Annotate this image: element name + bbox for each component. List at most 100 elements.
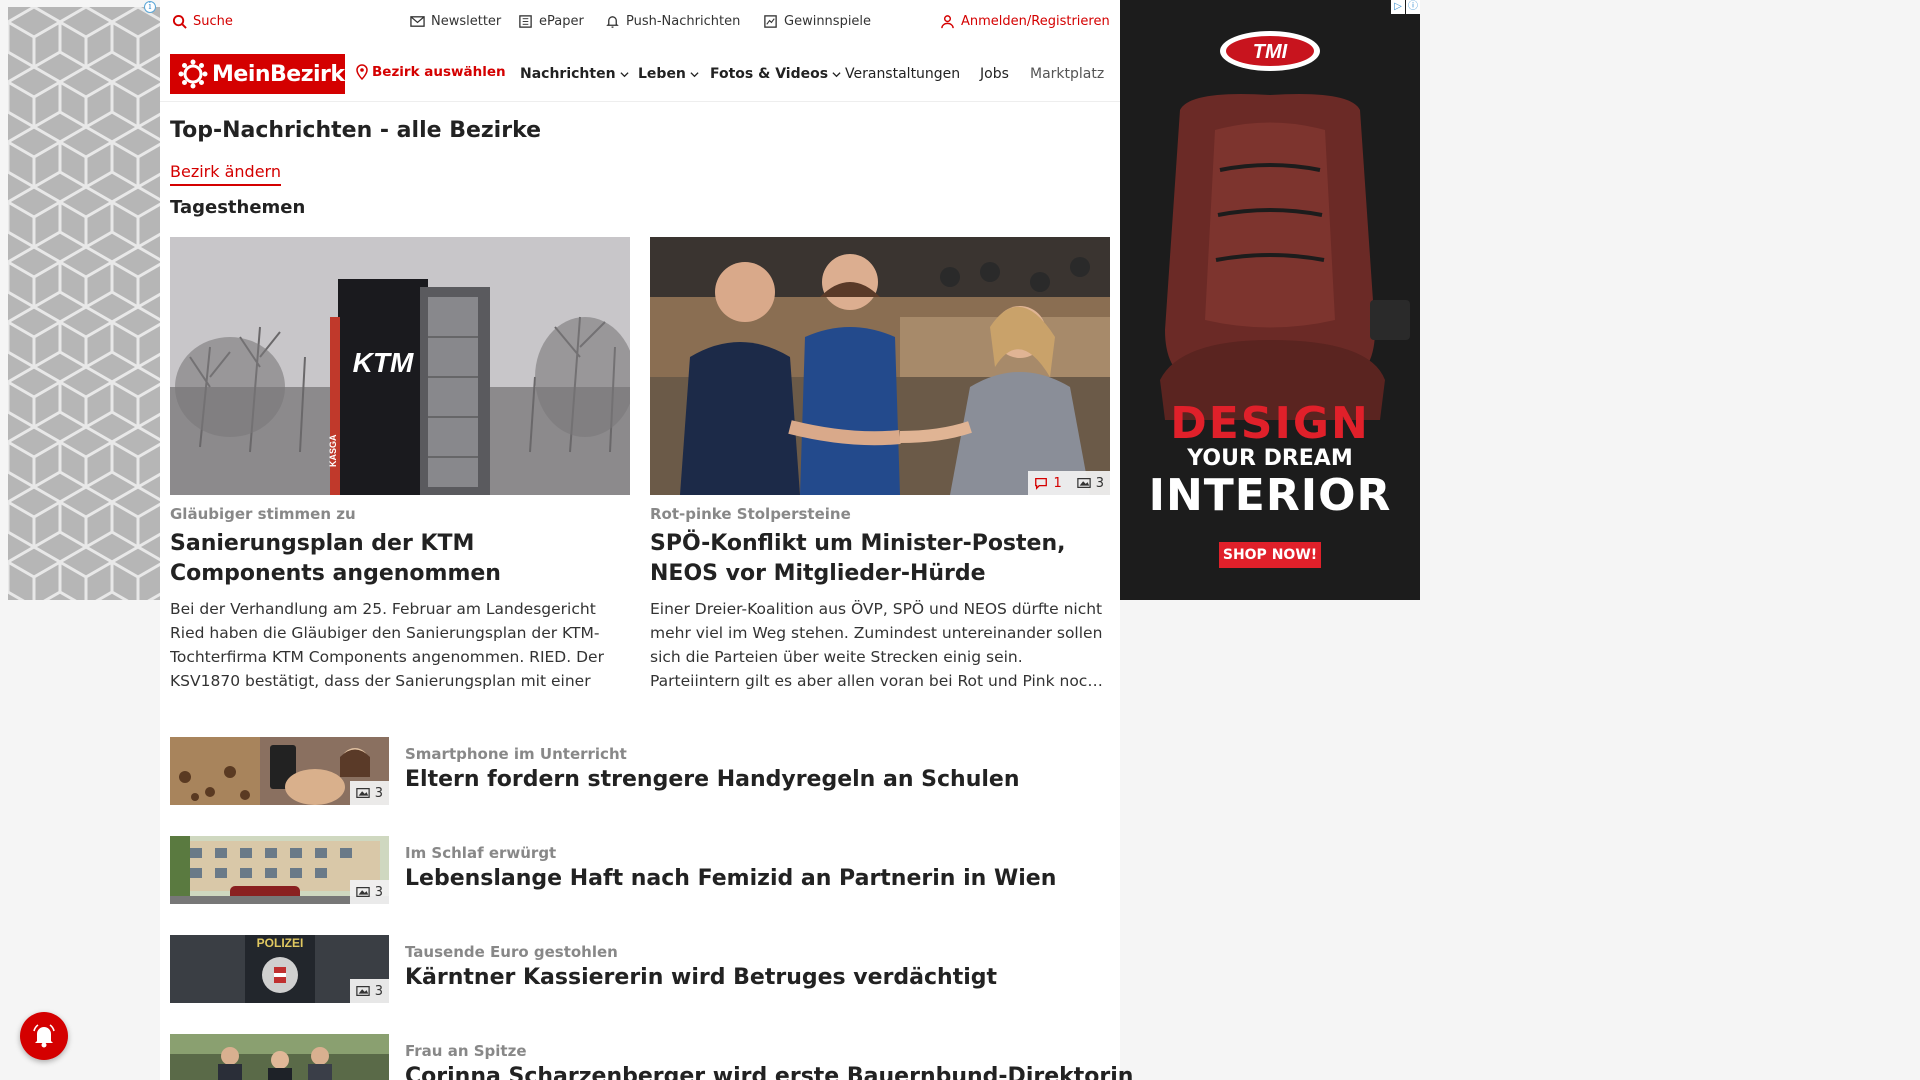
nav-item-leben[interactable]: Leben — [638, 66, 699, 82]
photo-count: 3 — [374, 884, 383, 900]
photo-count: 3 — [374, 785, 383, 801]
tmi-logo: TMI — [1219, 30, 1321, 72]
logo-text: MeinBezirk — [212, 61, 345, 87]
media-badge: 3 — [349, 880, 389, 904]
main-navigation: MeinBezirk Bezirk auswählen Nachrichten … — [160, 50, 1120, 102]
tmi-logo-text: TMI — [1253, 41, 1288, 63]
login-label: Anmelden/Registrieren — [961, 14, 1110, 29]
left-ad-info-icon[interactable]: i — [144, 1, 156, 13]
parliament-photo — [650, 237, 1110, 495]
chevron-down-icon — [690, 71, 699, 77]
gewinnspiele-label: Gewinnspiele — [784, 14, 872, 29]
list-title[interactable]: Eltern fordern strengere Handyregeln an … — [405, 767, 1020, 792]
list-kicker: Frau an Spitze — [405, 1042, 527, 1060]
media-badge: 3 — [349, 979, 389, 1003]
list-thumbnail[interactable]: 3 — [170, 737, 389, 805]
bezirk-select-label: Bezirk auswählen — [372, 64, 506, 80]
nav-item-marktplatz[interactable]: Marktplatz — [1030, 66, 1104, 82]
nav-item-fotos-videos[interactable]: Fotos & Videos — [710, 66, 841, 82]
nav-item-jobs[interactable]: Jobs — [980, 66, 1009, 82]
map-pin-icon — [356, 64, 368, 80]
utility-bar: Suche Newsletter ePaper Push-Nachrichten… — [160, 0, 1120, 46]
article-card-spoe[interactable]: 1 3 Rot-pinke Stolpersteine SPÖ-Konflikt… — [650, 237, 1110, 693]
nav-item-label: Jobs — [980, 66, 1009, 82]
ktm-building-photo: KTM KASGA — [170, 237, 630, 495]
search-link[interactable]: Suche — [172, 14, 233, 29]
epaper-link[interactable]: ePaper — [518, 14, 584, 29]
media-badge: 3 — [349, 781, 389, 805]
list-thumbnail[interactable]: POLIZEI 3 — [170, 935, 389, 1003]
photo-count: 3 — [1095, 475, 1104, 491]
list-kicker: Tausende Euro gestohlen — [405, 943, 618, 961]
bezirk-select-link[interactable]: Bezirk auswählen — [356, 64, 506, 80]
push-label: Push-Nachrichten — [626, 14, 741, 29]
nav-item-label: Nachrichten — [520, 66, 616, 82]
adchoices[interactable]: ▷ ⓘ — [1391, 0, 1420, 14]
image-icon — [355, 788, 370, 798]
gift-icon — [764, 15, 777, 28]
ad-headline-interior: INTERIOR — [1148, 470, 1392, 521]
comment-icon — [1035, 477, 1048, 490]
gewinnspiele-link[interactable]: Gewinnspiele — [763, 14, 871, 29]
list-item[interactable]: 3 Im Schlaf erwürgt Lebenslange Haft nac… — [170, 836, 1110, 904]
envelope-icon — [410, 16, 425, 27]
hexagon-pattern — [8, 7, 160, 600]
image-icon — [355, 986, 370, 996]
image-icon — [355, 887, 370, 897]
article-card-ktm[interactable]: KTM KASGA Gläubiger stimmen zu Sanierung… — [170, 237, 630, 693]
list-kicker: Im Schlaf erwürgt — [405, 844, 557, 862]
article-teaser: Einer Dreier-Koalition aus ÖVP, SPÖ und … — [650, 600, 1103, 690]
list-item[interactable]: Frau an Spitze Corinna Scharzenberger wi… — [170, 1034, 1133, 1080]
site-logo[interactable]: MeinBezirk — [170, 54, 345, 94]
chevron-down-icon — [832, 71, 841, 77]
newsletter-link[interactable]: Newsletter — [410, 14, 501, 29]
push-link[interactable]: Push-Nachrichten — [605, 14, 740, 29]
login-link[interactable]: Anmelden/Registrieren — [940, 14, 1110, 29]
article-image[interactable]: KTM KASGA — [170, 237, 630, 495]
article-title[interactable]: Sanierungsplan der KTM Components angeno… — [170, 529, 630, 589]
chevron-down-icon — [619, 71, 629, 77]
notification-bell-button[interactable] — [20, 1012, 68, 1060]
page-title: Top-Nachrichten - alle Bezirke — [170, 118, 542, 143]
nav-item-veranstaltungen[interactable]: Veranstaltungen — [845, 66, 960, 82]
nav-item-label: Veranstaltungen — [845, 66, 961, 82]
list-item[interactable]: POLIZEI 3 Tausende Euro gestohlen Kärntn… — [170, 935, 1110, 1003]
adchoices-info-icon[interactable]: ⓘ — [1406, 0, 1420, 14]
search-icon — [172, 14, 187, 29]
section-title: Tagesthemen — [170, 197, 306, 218]
group-photo — [170, 1034, 389, 1080]
right-ad-banner[interactable]: TMI DESIGN YOUR DREAM INTERIOR SHOP NOW!… — [1120, 0, 1420, 600]
nav-item-label: Marktplatz — [1030, 66, 1105, 82]
nav-item-label: Fotos & Videos — [710, 66, 829, 82]
polizei-patch-text: POLIZEI — [257, 936, 304, 950]
article-image[interactable]: 1 3 — [650, 237, 1110, 495]
list-title[interactable]: Kärntner Kassiererin wird Betruges verdä… — [405, 965, 997, 990]
image-icon — [1076, 478, 1091, 488]
list-title[interactable]: Corinna Scharzenberger wird erste Bauern… — [405, 1064, 1133, 1080]
nav-item-label: Leben — [638, 66, 686, 82]
list-thumbnail[interactable]: 3 — [170, 836, 389, 904]
browser-viewport: i Suche Newsletter ePaper Push-Nachricht… — [0, 0, 1920, 1080]
adchoices-play-icon[interactable]: ▷ — [1391, 0, 1405, 14]
change-bezirk-link[interactable]: Bezirk ändern — [170, 162, 281, 186]
main-content: Suche Newsletter ePaper Push-Nachrichten… — [160, 0, 1133, 1080]
ad-headline-your-dream: YOUR DREAM — [1187, 446, 1353, 471]
article-kicker: Gläubiger stimmen zu — [170, 505, 356, 523]
ktm-sign-text: KTM — [353, 347, 414, 378]
newsletter-label: Newsletter — [431, 14, 502, 29]
list-title[interactable]: Lebenslange Haft nach Femizid an Partner… — [405, 866, 1056, 891]
newspaper-icon — [519, 15, 532, 28]
left-ad-skin[interactable] — [8, 7, 160, 600]
ad-headline-design: DESIGN — [1170, 398, 1370, 449]
logo-sun-icon — [178, 59, 208, 89]
list-thumbnail[interactable] — [170, 1034, 389, 1080]
comment-count: 1 — [1053, 475, 1062, 491]
article-title[interactable]: SPÖ-Konflikt um Minister-Posten, NEOS vo… — [650, 529, 1110, 589]
epaper-label: ePaper — [539, 14, 584, 29]
nav-item-nachrichten[interactable]: Nachrichten — [520, 66, 629, 82]
shop-now-button[interactable]: SHOP NOW! — [1219, 542, 1321, 568]
bell-icon — [33, 1024, 55, 1048]
media-badge: 1 3 — [1028, 471, 1110, 495]
list-item[interactable]: 3 Smartphone im Unterricht Eltern forder… — [170, 737, 1110, 805]
article-kicker: Rot-pinke Stolpersteine — [650, 505, 851, 523]
